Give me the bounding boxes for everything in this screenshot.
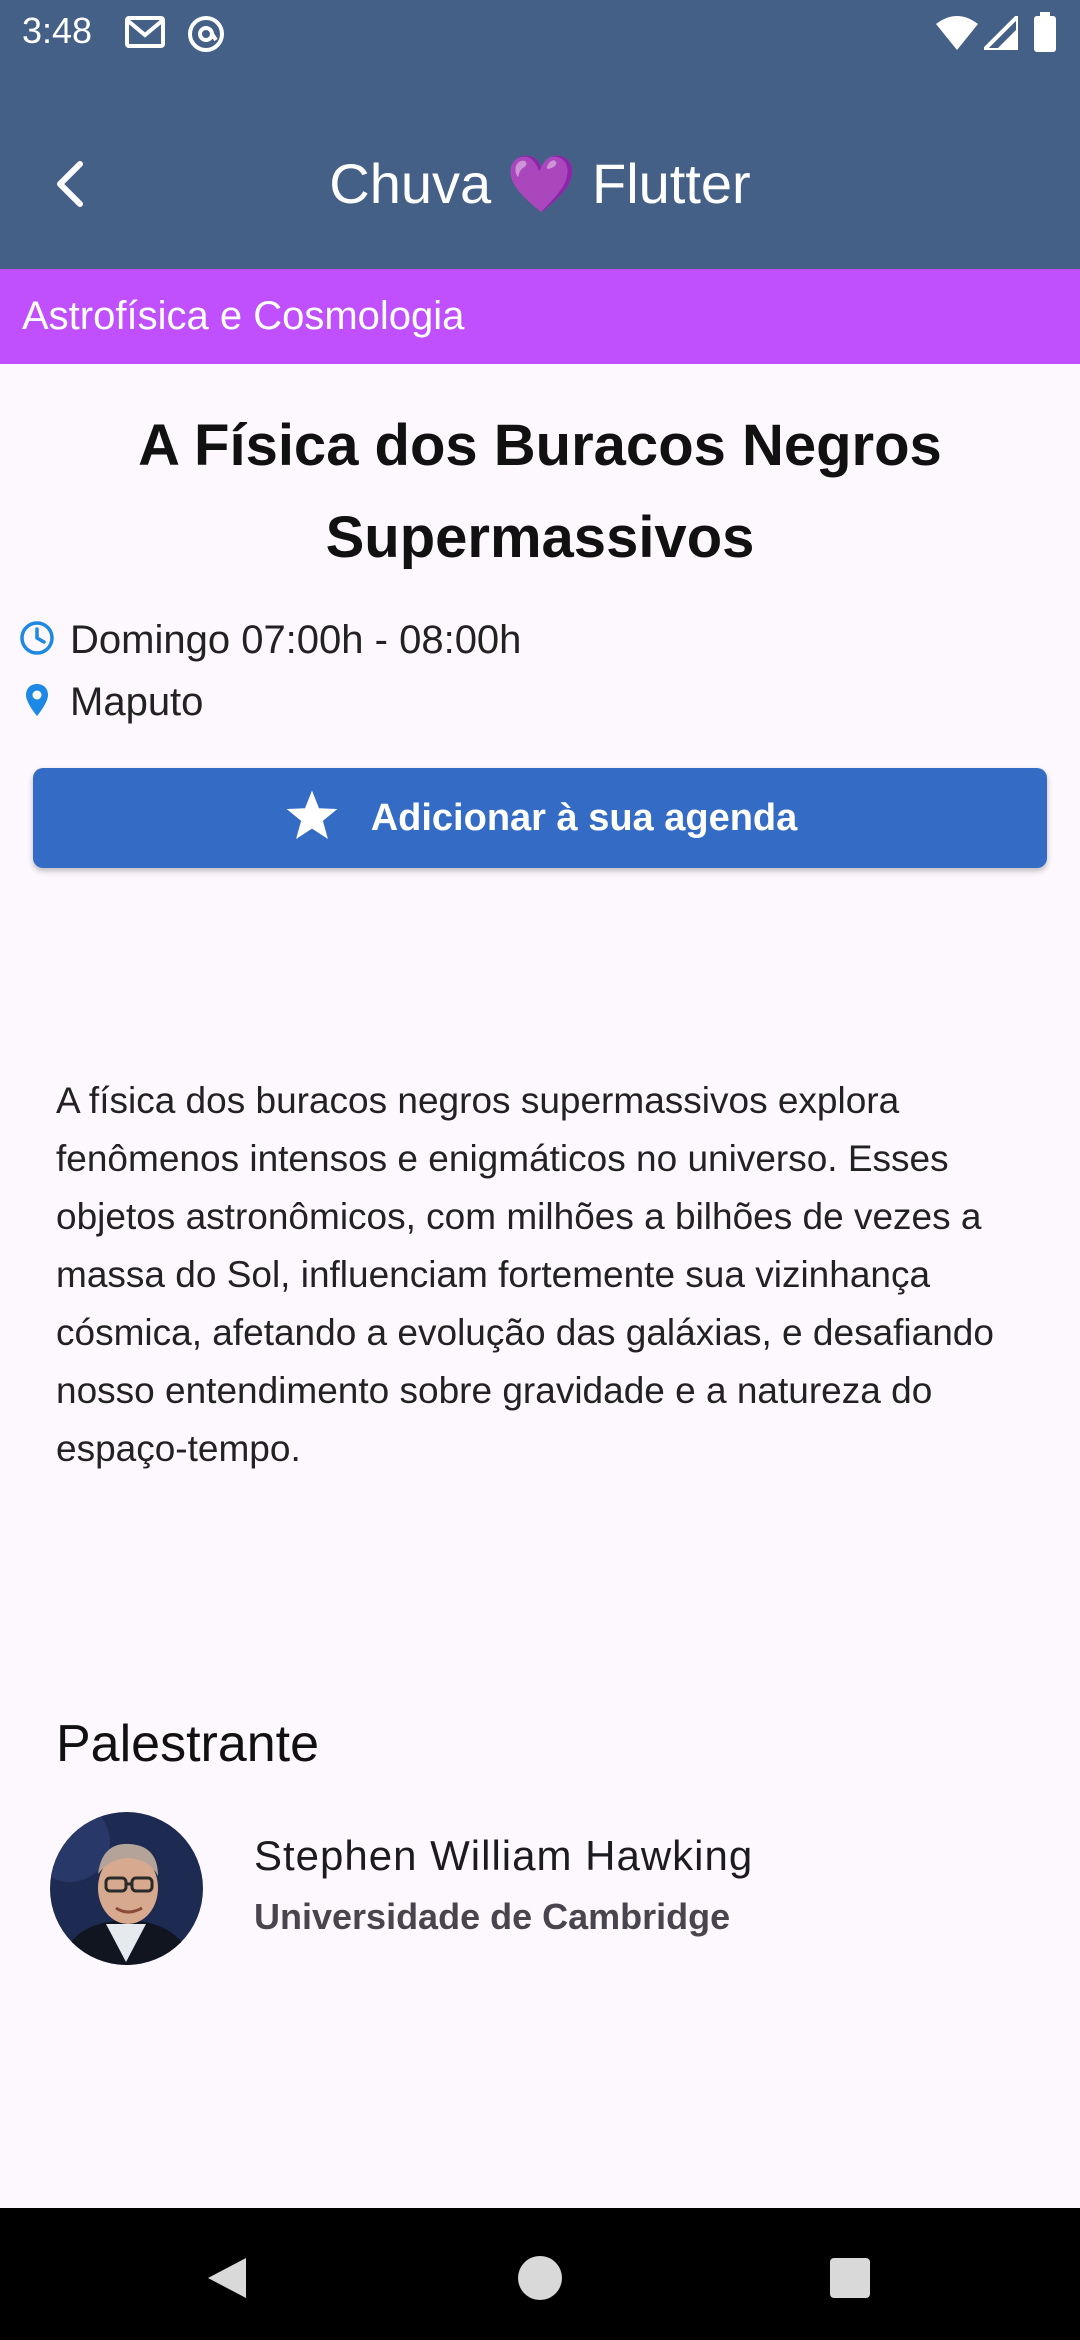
top-app-bar: 3:48 Chuva 💜 Flutter <box>0 0 1080 269</box>
speaker-name: Stephen William Hawking <box>254 1832 754 1879</box>
add-to-agenda-button[interactable]: Adicionar à sua agenda <box>33 768 1047 868</box>
speaker-heading: Palestrante <box>56 1715 320 1773</box>
battery-icon <box>1034 12 1056 57</box>
home-circle-icon <box>510 2256 570 2312</box>
speaker-avatar <box>50 1812 203 1965</box>
nav-home-button[interactable] <box>510 2248 570 2308</box>
clock-icon <box>18 619 56 662</box>
speaker-affiliation: Universidade de Cambridge <box>254 1896 731 1937</box>
status-time: 3:48 <box>22 10 93 51</box>
session-location: Maputo <box>70 679 204 724</box>
category-banner: Astrofísica e Cosmologia <box>0 269 1080 364</box>
status-bar: 3:48 <box>0 0 1080 66</box>
star-icon <box>283 788 341 849</box>
session-location-row: Maputo <box>18 674 203 730</box>
gmail-icon <box>124 14 166 55</box>
session-description: A física dos buracos negros supermassivo… <box>56 1080 994 1469</box>
wifi-icon <box>936 16 978 55</box>
add-to-agenda-label: Adicionar à sua agenda <box>370 796 798 839</box>
signal-icon <box>979 11 1020 55</box>
system-nav-bar <box>0 2208 1080 2340</box>
session-title: A Física dos Buracos Negros Supermassivo… <box>138 413 942 570</box>
app-bar-title: Chuva 💜 Flutter <box>329 152 751 215</box>
session-time: Domingo 07:00h - 08:00h <box>70 617 522 662</box>
location-pin-icon <box>18 681 56 724</box>
recents-square-icon <box>820 2258 880 2312</box>
back-triangle-icon <box>196 2258 256 2312</box>
at-sign-icon <box>186 14 226 59</box>
nav-back-button[interactable] <box>196 2248 256 2308</box>
nav-recents-button[interactable] <box>820 2248 880 2308</box>
session-time-row: Domingo 07:00h - 08:00h <box>18 612 521 668</box>
